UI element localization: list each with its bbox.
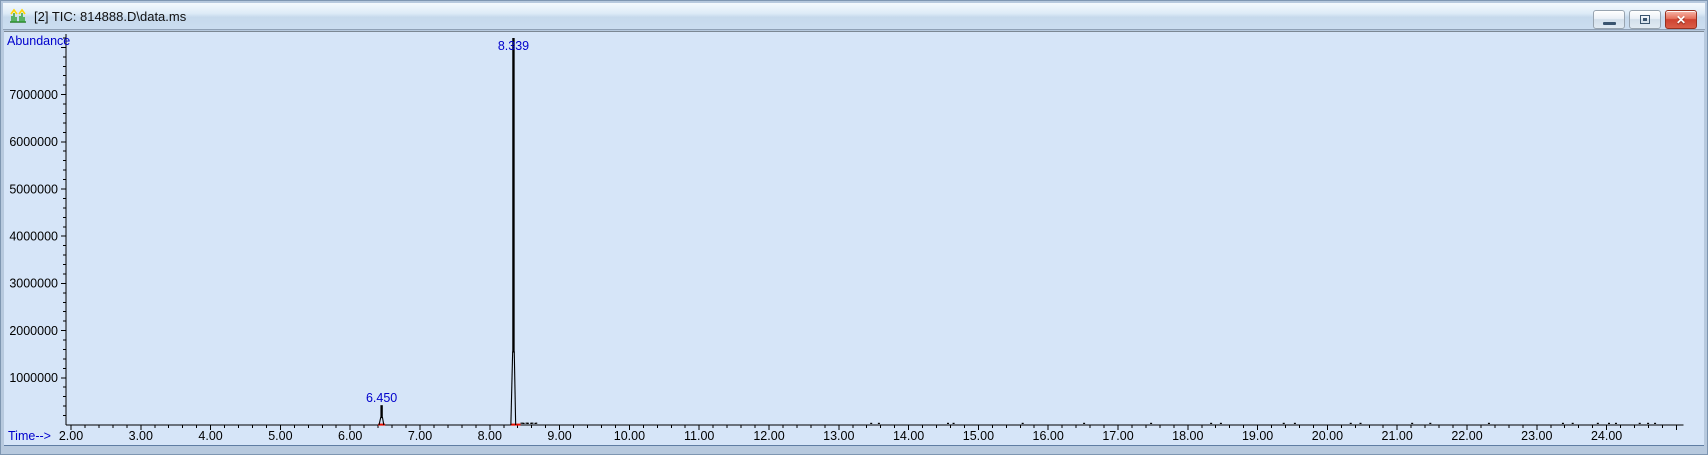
window-controls: ✕ (1593, 10, 1697, 29)
x-tick-label: 20.00 (1312, 429, 1343, 443)
peak-flank[interactable] (510, 351, 514, 426)
y-tick-label: 6000000 (9, 135, 58, 149)
noise-blip (1647, 422, 1650, 424)
maximize-icon (1640, 15, 1650, 24)
x-tick-label: 8.00 (478, 429, 502, 443)
noise-blip (1282, 422, 1285, 424)
x-tick-label: 2.00 (59, 429, 83, 443)
x-tick-label: 6.00 (338, 429, 362, 443)
noise-blip (1021, 422, 1024, 424)
noise-blip (1596, 422, 1599, 424)
noise-blip (1083, 422, 1086, 424)
noise-blip (1638, 422, 1641, 424)
y-tick-label: 7000000 (9, 88, 58, 102)
chromatogram-chart[interactable]: 2.00 3.00 4.00 5.00 6.00 7.00 8.00 9.00 10.00 11.… (4, 32, 1706, 447)
noise-blip (1411, 422, 1414, 424)
noise-blip (1607, 422, 1610, 424)
x-tick-label: 23.00 (1521, 429, 1552, 443)
noise-blip (952, 422, 955, 424)
noise-blip (1429, 422, 1432, 424)
x-tick-label: 4.00 (198, 429, 222, 443)
x-tick-label: 14.00 (893, 429, 924, 443)
x-tick-label: 5.00 (268, 429, 292, 443)
x-tick-label: 22.00 (1451, 429, 1482, 443)
noise-blip (1210, 422, 1213, 424)
y-axis-title: Abundance (7, 34, 71, 48)
y-tick-label: 4000000 (9, 230, 58, 244)
plot-area[interactable]: 2.00 3.00 4.00 5.00 6.00 7.00 8.00 9.00 10.00 11.… (4, 31, 1704, 446)
x-tick-label: 9.00 (547, 429, 571, 443)
window-title: [2] TIC: 814888.D\data.ms (34, 8, 187, 24)
noise-blip (1359, 422, 1362, 424)
x-tick-label: 3.00 (129, 429, 153, 443)
x-tick-label: 10.00 (614, 429, 645, 443)
peak-label: 8.339 (498, 39, 529, 53)
y-tick-label: 2000000 (9, 324, 58, 338)
tic-window: [2] TIC: 814888.D\data.ms ✕ 2.00 3.00 4.00… (0, 0, 1708, 455)
x-tick-label: 13.00 (823, 429, 854, 443)
noise-blip (1571, 422, 1574, 424)
x-tick-label: 16.00 (1033, 429, 1064, 443)
noise-blip (1561, 422, 1564, 424)
close-button[interactable]: ✕ (1665, 10, 1697, 29)
noise-blip (1150, 422, 1153, 424)
x-tick-label: 11.00 (684, 429, 714, 443)
y-tick-label: 3000000 (9, 277, 58, 291)
title-bar[interactable]: [2] TIC: 814888.D\data.ms ✕ (3, 3, 1705, 30)
x-tick-label: 17.00 (1102, 429, 1133, 443)
maximize-button[interactable] (1629, 10, 1661, 29)
x-tick-label: 15.00 (963, 429, 994, 443)
x-axis-title: Time--> (8, 429, 51, 443)
close-icon: ✕ (1675, 12, 1687, 27)
x-tick-label: 7.00 (408, 429, 432, 443)
noise-blip (870, 422, 873, 424)
noise-blip (877, 422, 880, 424)
noise-blip (1654, 422, 1657, 424)
noise-blip (1487, 422, 1490, 424)
y-tick-label: 1000000 (9, 371, 58, 385)
minimize-button[interactable] (1593, 10, 1625, 29)
noise-blip (1349, 422, 1352, 424)
chromatogram-icon (10, 8, 26, 23)
noise-blip (1614, 422, 1617, 424)
x-tick-label: 18.00 (1172, 429, 1203, 443)
noise-blip (1293, 422, 1296, 424)
x-tick-label: 12.00 (753, 429, 784, 443)
noise-blip (946, 422, 949, 424)
y-tick-label: 5000000 (9, 182, 58, 196)
x-tick-label: 21.00 (1382, 429, 1413, 443)
peak-flank[interactable] (513, 351, 517, 426)
x-tick-label: 24.00 (1591, 429, 1622, 443)
noise-blip (1219, 422, 1222, 424)
x-tick-label: 19.00 (1242, 429, 1273, 443)
minimize-icon (1602, 21, 1616, 25)
peak-label: 6.450 (366, 391, 397, 405)
